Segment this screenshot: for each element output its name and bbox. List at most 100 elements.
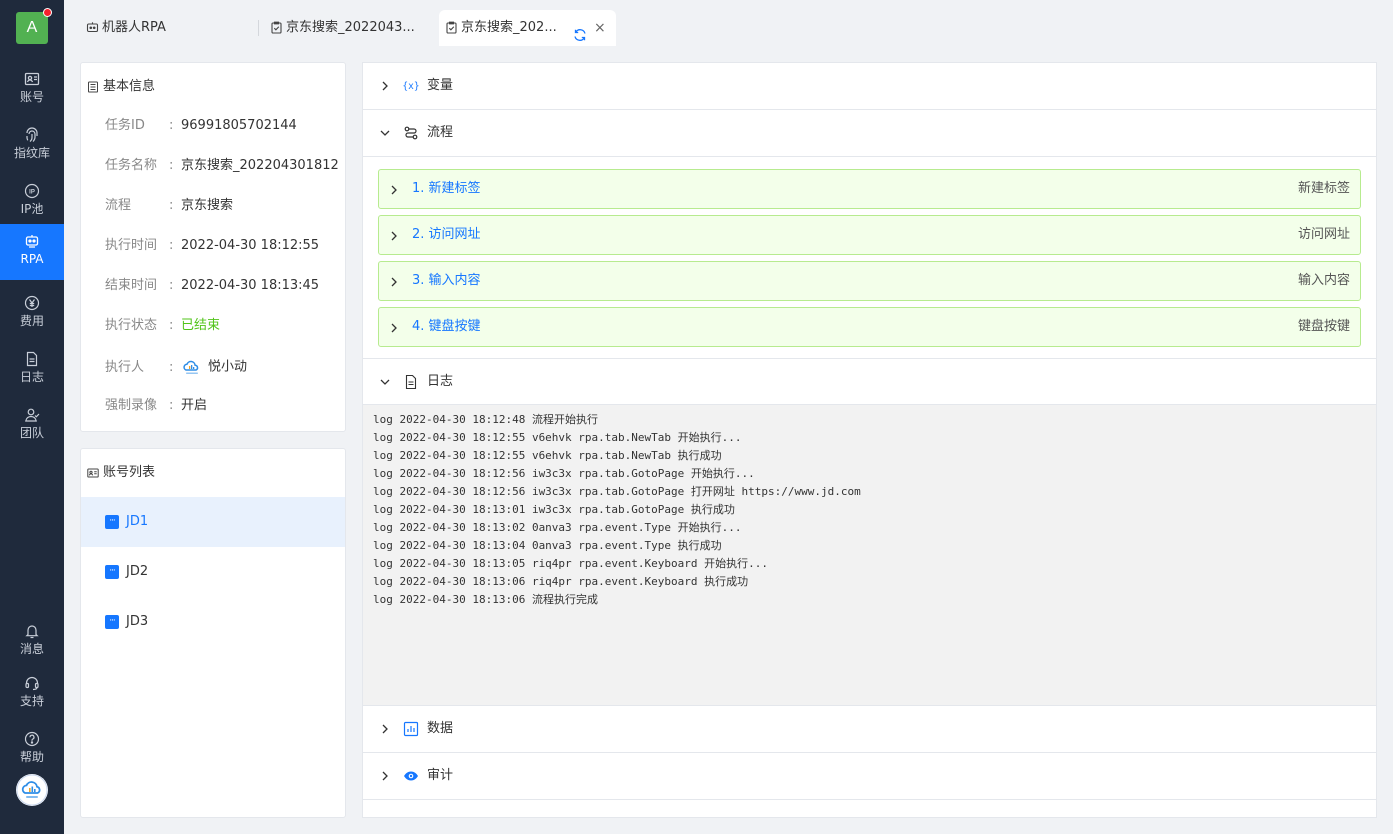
section-title: 流程: [427, 125, 454, 140]
account-item-jd1[interactable]: JD1: [81, 496, 345, 547]
section-title: 数据: [427, 721, 454, 736]
info-key: 任务名称: [105, 158, 158, 173]
account-item-jd2[interactable]: JD2: [81, 546, 345, 597]
section-variables[interactable]: {x} 变量: [363, 63, 1376, 110]
section-data[interactable]: 数据: [363, 706, 1376, 753]
log-line: log 2022-04-30 18:13:02 0anva3 rpa.event…: [373, 521, 742, 534]
sidebar-item-ip-pool[interactable]: IP IP池: [0, 174, 64, 230]
log-line: log 2022-04-30 18:12:56 iw3c3x rpa.tab.G…: [373, 485, 861, 498]
clipboard-check-icon: [270, 21, 283, 34]
headset-icon: [24, 675, 40, 691]
tab-label: 机器人RPA: [102, 20, 166, 35]
info-colon: :: [169, 318, 174, 333]
tab-jd-search-1[interactable]: 京东搜索_2022043...: [264, 10, 434, 46]
sidebar-label: 日志: [19, 370, 44, 384]
flow-step-4[interactable]: 4. 键盘按键 键盘按键: [378, 307, 1361, 347]
chevron-right-icon: [379, 769, 391, 783]
tab-bar: 机器人RPA 京东搜索_2022043... 京东搜索_202... ×: [64, 0, 1393, 46]
info-key: 执行人: [105, 359, 145, 375]
team-icon: [24, 407, 40, 423]
section-log[interactable]: 日志: [363, 358, 1376, 405]
tab-robot-rpa[interactable]: 机器人RPA: [80, 10, 258, 46]
brand-avatar[interactable]: [16, 774, 48, 806]
section-title: 变量: [427, 78, 454, 93]
eye-icon: [403, 768, 419, 784]
info-colon: :: [169, 198, 174, 213]
user-avatar[interactable]: A: [16, 8, 52, 44]
sidebar: A 账号 指纹库 IP IP池 RPA 费用 日志 团队 消息 支持 帮助: [0, 0, 64, 834]
sidebar-label: 账号: [19, 90, 44, 104]
section-title: 日志: [427, 374, 454, 389]
tab-label: 京东搜索_202...: [461, 20, 557, 35]
sidebar-label: 支持: [19, 694, 44, 708]
close-icon[interactable]: ×: [594, 10, 606, 46]
sidebar-item-support[interactable]: 支持: [0, 666, 64, 722]
flow-step-1[interactable]: 1. 新建标签 新建标签: [378, 169, 1361, 209]
log-line: log 2022-04-30 18:13:06 流程执行完成: [373, 593, 598, 606]
info-colon: :: [169, 278, 174, 293]
flow-step-2[interactable]: 2. 访问网址 访问网址: [378, 215, 1361, 255]
info-key: 结束时间: [105, 278, 158, 293]
chevron-right-icon: [389, 275, 399, 289]
account-name: JD3: [126, 614, 149, 629]
list-doc-icon: [87, 81, 99, 93]
sidebar-item-fingerprint[interactable]: 指纹库: [0, 118, 64, 174]
info-key: 任务ID: [105, 118, 145, 133]
sidebar-item-help[interactable]: 帮助: [0, 722, 64, 778]
step-name: 4. 键盘按键: [412, 319, 481, 334]
section-flow[interactable]: 流程: [363, 110, 1376, 157]
basic-info-panel: 基本信息 任务ID:96991805702144 任务名称: 京东搜索_20220…: [80, 62, 346, 432]
svg-text:IP: IP: [29, 190, 35, 196]
sidebar-label: 消息: [19, 642, 44, 656]
tab-jd-search-2[interactable]: 京东搜索_202... ×: [439, 10, 616, 46]
log-line: log 2022-04-30 18:12:55 v6ehvk rpa.tab.N…: [373, 431, 742, 444]
info-row-task-name: 任务名称: 京东搜索_202204301812: [105, 156, 339, 176]
id-card-icon: [24, 71, 40, 87]
account-name: JD1: [126, 514, 149, 529]
log-line: log 2022-04-30 18:13:01 iw3c3x rpa.tab.G…: [373, 503, 735, 516]
account-icon: [105, 596, 119, 646]
sidebar-item-rpa[interactable]: RPA: [0, 224, 64, 280]
section-title: 审计: [427, 768, 454, 783]
id-card-icon: [87, 467, 99, 479]
panel-title-text: 账号列表: [103, 465, 156, 480]
sidebar-item-billing[interactable]: 费用: [0, 286, 64, 342]
refresh-icon[interactable]: [573, 21, 587, 41]
log-line: log 2022-04-30 18:12:48 流程开始执行: [373, 413, 598, 426]
sidebar-item-account[interactable]: 账号: [0, 62, 64, 118]
chevron-down-icon: [379, 126, 391, 140]
ip-icon: IP: [24, 183, 40, 199]
log-line: log 2022-04-30 18:12:55 v6ehvk rpa.tab.N…: [373, 449, 722, 462]
sidebar-item-log[interactable]: 日志: [0, 342, 64, 398]
step-name: 1. 新建标签: [412, 181, 481, 196]
tab-separator: [258, 20, 259, 36]
sidebar-label: 团队: [19, 426, 44, 440]
step-type: 新建标签: [1297, 181, 1350, 196]
account-icon: [105, 546, 119, 596]
step-name: 2. 访问网址: [412, 227, 481, 242]
panel-title-text: 基本信息: [103, 79, 156, 94]
variable-icon: {x}: [403, 78, 419, 94]
account-item-jd3[interactable]: JD3: [81, 596, 345, 647]
sidebar-label: 费用: [19, 314, 44, 328]
info-row-record: 强制录像: 开启: [105, 396, 207, 416]
info-key: 执行时间: [105, 238, 158, 253]
help-icon: [24, 731, 40, 747]
bell-icon: [24, 623, 40, 639]
sidebar-item-messages[interactable]: 消息: [0, 614, 64, 670]
bar-chart-icon: [403, 721, 419, 737]
executor-avatar: [181, 356, 203, 378]
flow-step-3[interactable]: 3. 输入内容 输入内容: [378, 261, 1361, 301]
sidebar-label: 指纹库: [13, 146, 50, 160]
notification-dot: [43, 8, 52, 17]
info-key: 执行状态: [105, 318, 158, 333]
info-colon: :: [169, 238, 174, 253]
sidebar-item-team[interactable]: 团队: [0, 398, 64, 454]
section-audit[interactable]: 审计: [363, 753, 1376, 800]
info-value: 2022-04-30 18:12:55: [181, 238, 320, 253]
step-name: 3. 输入内容: [412, 273, 481, 288]
info-colon: :: [169, 398, 174, 413]
account-name: JD2: [126, 564, 149, 579]
account-list-panel: 账号列表 JD1 JD2 JD3: [80, 448, 346, 818]
fingerprint-icon: [24, 127, 40, 143]
